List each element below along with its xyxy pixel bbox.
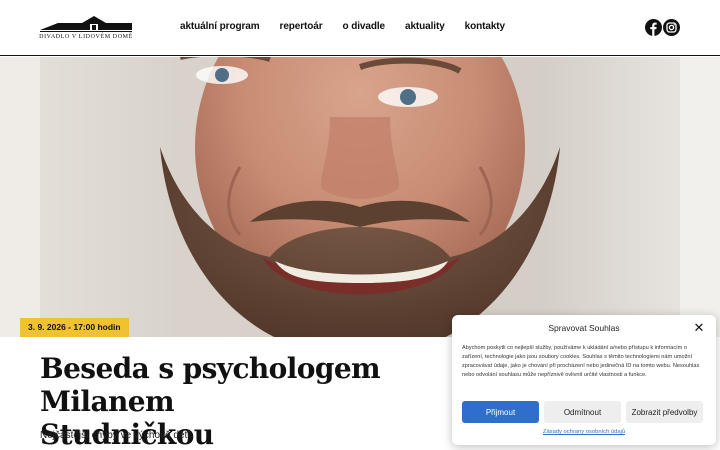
facebook-icon[interactable] bbox=[645, 19, 662, 36]
main-nav: aktuální program repertoár o divadle akt… bbox=[180, 21, 505, 32]
logo-text: DIVADLO V LIDOVÉM DOMĚ bbox=[39, 34, 133, 40]
deny-button[interactable]: Odmítnout bbox=[544, 401, 621, 423]
site-logo[interactable]: DIVADLO V LIDOVÉM DOMĚ bbox=[38, 14, 134, 44]
nav-item-kontakty[interactable]: kontakty bbox=[465, 21, 505, 32]
nav-item-o-divadle[interactable]: o divadle bbox=[343, 21, 386, 32]
nav-item-repertoar[interactable]: repertoár bbox=[280, 21, 323, 32]
event-subtitle: Nejčastější chyby ve výchově dětí. bbox=[40, 430, 193, 441]
accept-button[interactable]: Přijmout bbox=[462, 401, 539, 423]
instagram-icon[interactable] bbox=[663, 19, 680, 36]
cookie-consent-dialog: Spravovat Souhlas ✕ Abychom poskytli co … bbox=[452, 315, 716, 445]
event-title-line1: Beseda s psychologem Milanem bbox=[40, 352, 381, 418]
event-date-badge: 3. 9. 2026 - 17:00 hodin bbox=[20, 318, 129, 337]
hero-image bbox=[0, 57, 720, 337]
site-header: DIVADLO V LIDOVÉM DOMĚ aktuální program … bbox=[0, 0, 720, 56]
close-icon[interactable]: ✕ bbox=[692, 321, 706, 335]
preferences-button[interactable]: Zobrazit předvolby bbox=[626, 401, 703, 423]
house-logo-icon bbox=[40, 16, 132, 32]
nav-item-program[interactable]: aktuální program bbox=[180, 21, 260, 32]
privacy-policy-link[interactable]: Zásady ochrany osobních údajů bbox=[452, 429, 716, 435]
cookie-dialog-text: Abychom poskytli co nejlepší služby, pou… bbox=[462, 345, 700, 378]
cookie-dialog-title: Spravovat Souhlas bbox=[548, 323, 620, 333]
nav-item-aktuality[interactable]: aktuality bbox=[405, 21, 445, 32]
cookie-buttons: Přijmout Odmítnout Zobrazit předvolby bbox=[462, 401, 703, 423]
